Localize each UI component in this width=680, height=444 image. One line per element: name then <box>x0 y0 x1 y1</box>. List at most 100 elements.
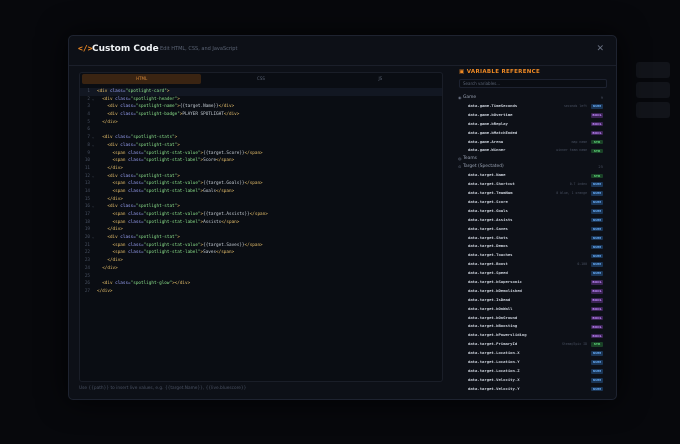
code-line[interactable]: 7 ⌄ <div class="spotlight-stats"> <box>80 134 442 142</box>
variable-item[interactable]: data.target.Saves NUM <box>457 225 607 234</box>
variable-item[interactable]: data.target.Touches NUM <box>457 251 607 260</box>
code-line[interactable]: 19 </div> <box>80 226 442 234</box>
variable-path: data.target.Boost <box>468 261 508 267</box>
variable-path: data.target.Saves <box>468 225 508 231</box>
variable-item[interactable]: data.target.Shots NUM <box>457 234 607 243</box>
tab-html[interactable]: HTML <box>82 74 202 84</box>
variable-search-input[interactable]: Search variables... <box>459 79 607 88</box>
variable-item[interactable]: data.target.IsDead BOOL <box>457 296 607 305</box>
line-number: 12 <box>84 173 90 179</box>
variable-example: map name <box>571 139 587 144</box>
variable-group[interactable]: ◉ Game 9 <box>457 94 607 102</box>
variable-item[interactable]: data.target.Name STR <box>457 171 607 180</box>
code-line[interactable]: 18 <span class="spotlight-stat-label">As… <box>80 219 442 227</box>
code-token: "spotlight-glow" <box>130 281 173 287</box>
variable-item[interactable]: data.target.TeamNum 0 blue, 1 orange NUM <box>457 189 607 198</box>
variable-path: data.target.Location.X <box>468 350 520 356</box>
variable-path: data.target.bOnGround <box>468 314 518 320</box>
variable-item[interactable]: data.target.Location.Y NUM <box>457 358 607 367</box>
variable-path: data.game.bOvertime <box>468 111 513 117</box>
variable-item[interactable]: data.game.Winner winner team name STR <box>457 146 607 155</box>
variable-item[interactable]: data.target.Assists NUM <box>457 216 607 225</box>
code-line[interactable]: 1 <div class="spotlight-card"> <box>80 88 442 96</box>
variable-item[interactable]: data.target.bOnGround BOOL <box>457 314 607 323</box>
close-icon[interactable]: ✕ <box>596 44 604 54</box>
code-line[interactable]: 26 <div class="spotlight-glow"></div> <box>80 280 442 288</box>
modal-title: Custom Code <box>92 44 159 54</box>
variable-group-count: 9 <box>600 96 603 100</box>
type-badge: NUM <box>591 369 603 374</box>
variable-item[interactable]: data.target.bSupersonic BOOL <box>457 278 607 287</box>
variable-item[interactable]: data.game.Arena map name STR <box>457 138 607 147</box>
code-line[interactable]: 5 </div> <box>80 119 442 127</box>
code-line[interactable]: 20 ⌄ <div class="spotlight-stat"> <box>80 234 442 242</box>
code-line[interactable]: 21 <span class="spotlight-stat-value">{{… <box>80 242 442 250</box>
code-token: > <box>177 173 180 179</box>
type-badge: NUM <box>591 378 603 383</box>
code-token: </span> <box>244 181 263 187</box>
variable-item[interactable]: data.target.Goals NUM <box>457 207 607 216</box>
code-line[interactable]: 25 <box>80 273 442 281</box>
variable-path: data.target.bSupersonic <box>468 279 522 285</box>
code-line[interactable]: 23 </div> <box>80 257 442 265</box>
code-line[interactable]: 27 </div> <box>80 288 442 296</box>
variable-path: data.game.Winner <box>468 147 506 153</box>
code-line[interactable]: 11 </div> <box>80 165 442 173</box>
variable-item[interactable]: data.game.bMatchEnded BOOL <box>457 129 607 138</box>
fold-chevron-icon <box>92 126 97 134</box>
variable-item[interactable]: data.target.bPowersliding BOOL <box>457 331 607 340</box>
variable-item[interactable]: data.target.bBoosting BOOL <box>457 322 607 331</box>
code-line[interactable]: 15 </div> <box>80 196 442 204</box>
code-token: class= <box>128 188 144 194</box>
code-lines[interactable]: 1 <div class="spotlight-card"> 2 ⌄ <div cla… <box>80 88 442 296</box>
code-line[interactable]: 17 <span class="spotlight-stat-value">{{… <box>80 211 442 219</box>
variable-item[interactable]: data.target.Location.Z NUM <box>457 367 607 376</box>
line-number: 5 <box>87 119 90 125</box>
type-badge: STR <box>591 342 603 347</box>
code-line[interactable]: 13 <span class="spotlight-stat-value">{{… <box>80 180 442 188</box>
variable-item[interactable]: data.target.Velocity.Y NUM <box>457 385 607 394</box>
code-line[interactable]: 9 <span class="spotlight-stat-value">{{t… <box>80 150 442 158</box>
variable-item[interactable]: data.game.bOvertime BOOL <box>457 111 607 120</box>
code-line[interactable]: 10 <span class="spotlight-stat-label">Sc… <box>80 157 442 165</box>
code-icon: </> <box>78 44 93 53</box>
code-line[interactable]: 24 </div> <box>80 265 442 273</box>
variable-item[interactable]: data.target.Boost 0-100 NUM <box>457 260 607 269</box>
code-line[interactable]: 22 <span class="spotlight-stat-label">Sa… <box>80 249 442 257</box>
variable-item[interactable]: data.target.PrimaryId Steam/Epic ID STR <box>457 340 607 349</box>
code-token: <div <box>107 142 121 148</box>
variable-item[interactable]: data.target.Velocity.X NUM <box>457 376 607 385</box>
variable-item[interactable]: data.target.Demos NUM <box>457 242 607 251</box>
code-line[interactable]: 14 <span class="spotlight-stat-label">Go… <box>80 188 442 196</box>
code-token: <div <box>107 173 121 179</box>
line-number: 3 <box>87 104 90 110</box>
code-line[interactable]: 4 <div class="spotlight-badge">PLAYER SP… <box>80 111 442 119</box>
variable-item[interactable]: data.target.Shortcut 0-7 index NUM <box>457 180 607 189</box>
code-token: <div <box>107 204 121 210</box>
variable-item[interactable]: data.target.Location.X NUM <box>457 349 607 358</box>
variable-item[interactable]: data.game.bReplay BOOL <box>457 120 607 129</box>
variable-item[interactable]: data.target.Score NUM <box>457 198 607 207</box>
code-line[interactable]: 12 ⌄ <div class="spotlight-stat"> <box>80 173 442 181</box>
code-line[interactable]: 8 ⌄ <div class="spotlight-stat"> <box>80 142 442 150</box>
code-token: {{target.Name}} <box>179 104 219 110</box>
variable-group[interactable]: ◍ Teams <box>457 155 607 163</box>
variable-group[interactable]: ⊙ Target (Spectated) 25 <box>457 163 607 171</box>
variable-item[interactable]: data.target.Speed NUM <box>457 269 607 278</box>
variable-item[interactable]: data.game.TimeSeconds seconds left NUM <box>457 102 607 111</box>
variable-item[interactable]: data.target.bOnWall BOOL <box>457 305 607 314</box>
type-badge: STR <box>591 173 603 179</box>
code-line[interactable]: 16 ⌄ <div class="spotlight-stat"> <box>80 203 442 211</box>
tab-css[interactable]: CSS <box>201 74 320 84</box>
code-line[interactable]: 6 <box>80 126 442 134</box>
code-editor[interactable]: HTML CSS JS 1 <div class="spotlight-card"… <box>79 72 443 382</box>
code-token: class= <box>115 135 131 141</box>
background-pill <box>636 82 670 98</box>
tab-js[interactable]: JS <box>321 74 440 84</box>
variable-item[interactable]: data.target.bDemolished BOOL <box>457 287 607 296</box>
code-line[interactable]: 3 <div class="spotlight-name">{{target.N… <box>80 103 442 111</box>
code-line[interactable]: 2 ⌄ <div class="spotlight-header"> <box>80 96 442 104</box>
